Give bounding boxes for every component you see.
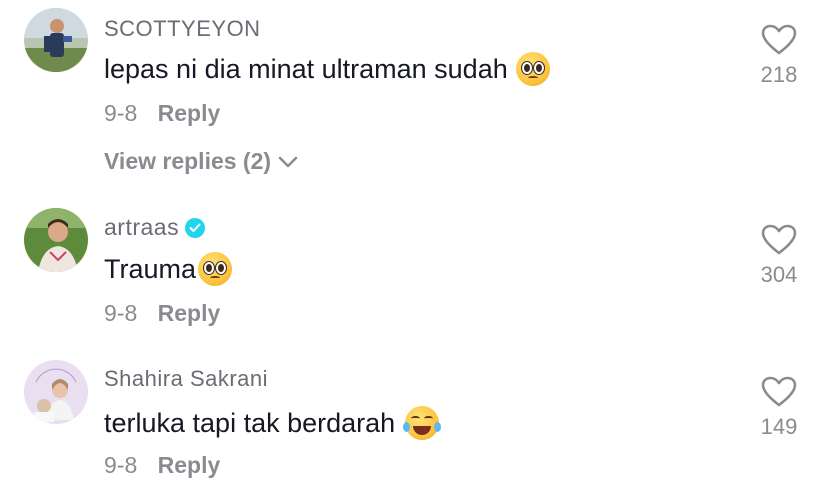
like-count: 304 (760, 262, 798, 287)
avatar-image (24, 8, 88, 72)
comment-meta: 9-8 Reply (104, 100, 220, 127)
face-with-tears-of-joy-emoji-icon (403, 406, 442, 440)
comment-text-row: Trauma (104, 252, 233, 286)
comment-date: 9-8 (104, 100, 138, 126)
comment-username-row: artraas (104, 214, 206, 241)
avatar[interactable] (24, 360, 88, 424)
avatar-image (24, 360, 88, 424)
comment-text: terluka tapi tak berdarah (104, 407, 396, 438)
reply-button[interactable]: Reply (158, 452, 221, 478)
comment-text: lepas ni dia minat ultraman sudah (104, 53, 508, 84)
comment-date: 9-8 (104, 300, 138, 326)
heart-icon[interactable] (761, 376, 797, 408)
chevron-down-icon (278, 156, 298, 167)
pleading-face-emoji-icon (198, 252, 233, 286)
comment-meta: 9-8 Reply (104, 452, 220, 479)
like-count: 149 (760, 414, 798, 439)
heart-icon[interactable] (761, 224, 797, 256)
comment-text-row: terluka tapi tak berdarah (104, 406, 442, 440)
comment-username[interactable]: Shahira Sakrani (104, 366, 268, 392)
view-replies-button[interactable]: View replies (2) (104, 148, 299, 175)
avatar[interactable] (24, 8, 88, 72)
like-control[interactable]: 149 (749, 376, 809, 440)
comment-text-row: lepas ni dia minat ultraman sudah (104, 52, 550, 86)
like-count: 218 (760, 62, 798, 87)
view-replies-label: View replies (2) (104, 148, 272, 174)
comment-username[interactable]: artraas (104, 214, 179, 241)
heart-icon[interactable] (761, 24, 797, 56)
avatar-image (24, 208, 88, 272)
comment-date: 9-8 (104, 452, 138, 478)
comment-username[interactable]: SCOTTYEYON (104, 16, 261, 42)
like-control[interactable]: 304 (749, 224, 809, 288)
like-control[interactable]: 218 (749, 24, 809, 88)
reply-button[interactable]: Reply (158, 100, 221, 126)
comment-meta: 9-8 Reply (104, 300, 220, 327)
avatar[interactable] (24, 208, 88, 272)
reply-button[interactable]: Reply (158, 300, 221, 326)
comment-text: Trauma (104, 253, 197, 284)
verified-badge-icon (185, 217, 206, 238)
pleading-face-emoji-icon (515, 52, 550, 86)
